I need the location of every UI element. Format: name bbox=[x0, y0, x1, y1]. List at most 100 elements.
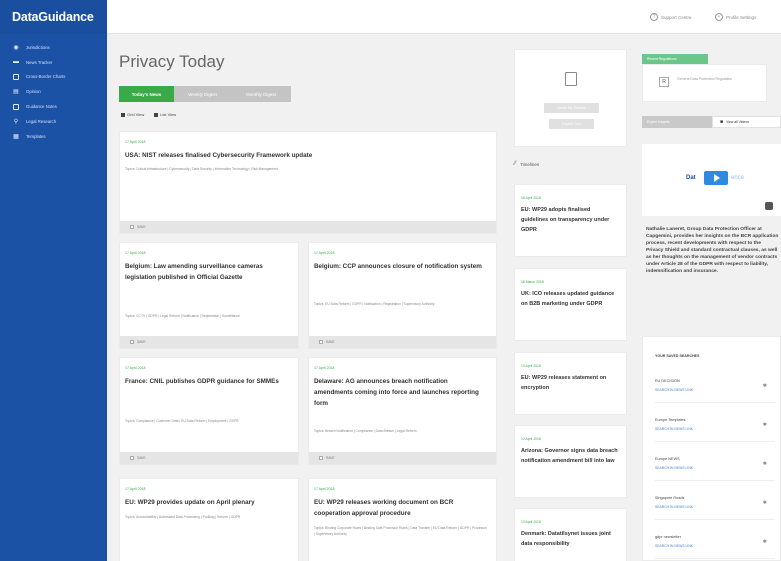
saved-search-link[interactable]: SEARCH IN NEWS LINK bbox=[655, 544, 693, 548]
timeline-date: 13 April 2018 bbox=[521, 364, 541, 368]
news-tabs: Today's News Weekly Digest Monthly Diges… bbox=[119, 86, 291, 102]
video-description: Nathalie Laneret, Group Data Protection … bbox=[646, 227, 779, 274]
news-card[interactable]: 17 April 2018 EU: WP29 releases working … bbox=[308, 478, 497, 561]
sidebar-item-label: Guidance Notes bbox=[26, 104, 57, 110]
explore-tool-button[interactable]: Explore Tool bbox=[549, 119, 594, 129]
view-all-videos-link[interactable]: ■ View all Videos bbox=[712, 116, 781, 128]
news-title[interactable]: Belgium: Law amending surveillance camer… bbox=[125, 261, 290, 283]
timeline-title[interactable]: Arizona: Governor signs data breach noti… bbox=[521, 446, 618, 466]
saved-search-name: Europe Templates bbox=[655, 418, 686, 422]
news-title[interactable]: USA: NIST releases finalised Cybersecuri… bbox=[125, 150, 488, 161]
video-player[interactable]: Dat ence bbox=[642, 144, 781, 216]
saved-searches-heading: YOUR SAVED SEARCHES bbox=[655, 354, 700, 358]
timeline-item[interactable]: 18 April 2018 EU: WP29 adopts finalised … bbox=[514, 184, 627, 257]
saved-search-name: gdpr newsletter bbox=[655, 535, 681, 539]
news-title[interactable]: Belgium: CCP announces closure of notifi… bbox=[314, 261, 488, 272]
save-label: SAVE bbox=[137, 340, 146, 344]
sidebar-item-news-tracker[interactable]: ▬ News Tracker bbox=[0, 55, 107, 70]
regulation-card[interactable]: R General Data Protection Regulation bbox=[642, 64, 767, 102]
grid-view-toggle[interactable]: Grid View bbox=[121, 112, 144, 117]
news-title[interactable]: France: CNIL publishes GDPR guidance for… bbox=[125, 376, 290, 387]
news-topics: Topics: Accountability | Automated Data … bbox=[125, 515, 241, 519]
gear-icon[interactable]: ✱ bbox=[763, 539, 767, 545]
news-topics: Topics: Breach Notification | Compliance… bbox=[314, 429, 417, 433]
news-topics: Topics: Binding Corporate Rules | Bindin… bbox=[314, 526, 487, 536]
saved-search-link[interactable]: SEARCH IN NEWS LINK bbox=[655, 505, 693, 509]
list-view-label: List View bbox=[160, 112, 177, 117]
save-bar[interactable]: SAVE bbox=[120, 221, 496, 233]
news-title[interactable]: EU: WP29 releases working document on BC… bbox=[314, 497, 488, 519]
save-bar[interactable]: SAVE bbox=[309, 336, 496, 348]
tab-todays-news[interactable]: Today's News bbox=[119, 86, 174, 102]
gear-icon[interactable]: ✱ bbox=[763, 383, 767, 389]
save-checkbox[interactable] bbox=[319, 340, 323, 344]
timeline-title[interactable]: EU: WP29 releases statement on encryptio… bbox=[521, 373, 618, 393]
timeline-date: 13 April 2018 bbox=[521, 520, 541, 524]
news-date: 17 April 2018 bbox=[125, 140, 146, 144]
saved-search-item[interactable]: Europe NEWS SEARCH IN NEWS LINK ✱ bbox=[655, 451, 775, 481]
saved-search-link[interactable]: SEARCH IN NEWS LINK bbox=[655, 427, 693, 431]
save-checkbox[interactable] bbox=[130, 456, 134, 460]
saved-search-link[interactable]: SEARCH IN NEWS LINK bbox=[655, 466, 693, 470]
sidebar-item-guidance-notes[interactable]: Guidance Notes bbox=[0, 99, 107, 114]
news-title[interactable]: Delaware: AG announces breach notificati… bbox=[314, 376, 488, 409]
timeline-item[interactable]: 13 April 2018 Denmark: Datatilsynet issu… bbox=[514, 508, 627, 561]
save-bar[interactable]: SAVE bbox=[120, 452, 298, 464]
gear-icon[interactable]: ✱ bbox=[763, 500, 767, 506]
sidebar-item-templates[interactable]: ▦ Templates bbox=[0, 129, 107, 144]
news-date: 17 April 2018 bbox=[125, 366, 146, 370]
saved-search-item[interactable]: gdpr newsletter SEARCH IN NEWS LINK ✱ bbox=[655, 529, 775, 559]
support-centre-link[interactable]: ? Support Centre bbox=[650, 13, 692, 21]
save-bar[interactable]: SAVE bbox=[309, 452, 496, 464]
create-timeline-button[interactable]: Create My Timeline bbox=[544, 103, 599, 113]
timeline-item[interactable]: 08 March 2018 UK: ICO releases updated g… bbox=[514, 268, 627, 341]
regulation-icon: R bbox=[659, 77, 669, 87]
save-checkbox[interactable] bbox=[130, 225, 134, 229]
news-topics: Topics: Critical Infrastructure | Cybers… bbox=[125, 167, 278, 171]
timeline-title[interactable]: Denmark: Datatilsynet issues joint data … bbox=[521, 529, 618, 549]
news-card[interactable]: 17 April 2018 EU: WP29 provides update o… bbox=[119, 478, 299, 561]
sidebar-item-cross-border-charts[interactable]: Cross-Border Charts bbox=[0, 70, 107, 85]
saved-search-link[interactable]: SEARCH IN NEWS LINK bbox=[655, 388, 693, 392]
timeline-title[interactable]: UK: ICO releases updated guidance on B2B… bbox=[521, 289, 618, 309]
save-checkbox[interactable] bbox=[130, 340, 134, 344]
brand-logo[interactable]: DataGuidance bbox=[0, 0, 107, 34]
sidebar-item-jurisdictions[interactable]: ◉ Jurisdictions bbox=[0, 40, 107, 55]
news-title[interactable]: EU: WP29 provides update on April plenar… bbox=[125, 497, 290, 508]
save-label: SAVE bbox=[326, 340, 335, 344]
opinion-icon: ▤ bbox=[13, 89, 19, 96]
news-card-featured[interactable]: 17 April 2018 USA: NIST releases finalis… bbox=[119, 131, 497, 234]
fullscreen-icon[interactable] bbox=[765, 202, 773, 210]
timeline-title[interactable]: EU: WP29 adopts finalised guidelines on … bbox=[521, 205, 618, 235]
timeline-item[interactable]: 12 April 2018 Arizona: Governor signs da… bbox=[514, 425, 627, 498]
saved-search-item[interactable]: Singapore Roads SEARCH IN NEWS LINK ✱ bbox=[655, 490, 775, 520]
tab-weekly-digest[interactable]: Weekly Digest bbox=[174, 86, 231, 102]
sidebar-item-label: Jurisdictions bbox=[26, 44, 50, 50]
regulation-title[interactable]: General Data Protection Regulation bbox=[677, 77, 756, 83]
sidebar-nav: ◉ Jurisdictions ▬ News Tracker Cross-Borde… bbox=[0, 40, 107, 144]
tab-monthly-digest[interactable]: Monthly Digest bbox=[231, 86, 291, 102]
news-card[interactable]: 17 April 2018 Belgium: Law amending surv… bbox=[119, 242, 299, 349]
sidebar-item-legal-research[interactable]: ⚲ Legal Research bbox=[0, 114, 107, 129]
timeline-item[interactable]: 13 April 2018 EU: WP29 releases statemen… bbox=[514, 352, 627, 415]
saved-search-item[interactable]: Europe Templates SEARCH IN NEWS LINK ✱ bbox=[655, 412, 775, 442]
gear-icon[interactable]: ✱ bbox=[763, 461, 767, 467]
template-icon: ▦ bbox=[13, 133, 19, 140]
news-card[interactable]: 17 April 2018 Delaware: AG announces bre… bbox=[308, 357, 497, 465]
sidebar-item-opinion[interactable]: ▤ Opinion bbox=[0, 84, 107, 99]
save-bar[interactable]: SAVE bbox=[120, 336, 298, 348]
timeline-date: 12 April 2018 bbox=[521, 437, 541, 441]
tab-expert-insights[interactable]: Expert Insights bbox=[642, 116, 712, 128]
news-card[interactable]: 17 April 2018 France: CNIL publishes GDP… bbox=[119, 357, 299, 465]
saved-search-item[interactable]: EU DECISION SEARCH IN NEWS LINK ✱ bbox=[655, 373, 775, 403]
play-icon[interactable] bbox=[704, 171, 728, 185]
save-checkbox[interactable] bbox=[319, 456, 323, 460]
gear-icon[interactable]: ✱ bbox=[763, 422, 767, 428]
list-view-toggle[interactable]: List View bbox=[154, 112, 176, 117]
save-label: SAVE bbox=[137, 225, 146, 229]
notes-icon bbox=[13, 103, 19, 110]
profile-label: Profile Settings bbox=[726, 14, 757, 20]
profile-settings-link[interactable]: • Profile Settings bbox=[715, 13, 756, 21]
support-label: Support Centre bbox=[661, 14, 692, 20]
news-card[interactable]: 17 April 2018 Belgium: CCP announces clo… bbox=[308, 242, 497, 349]
